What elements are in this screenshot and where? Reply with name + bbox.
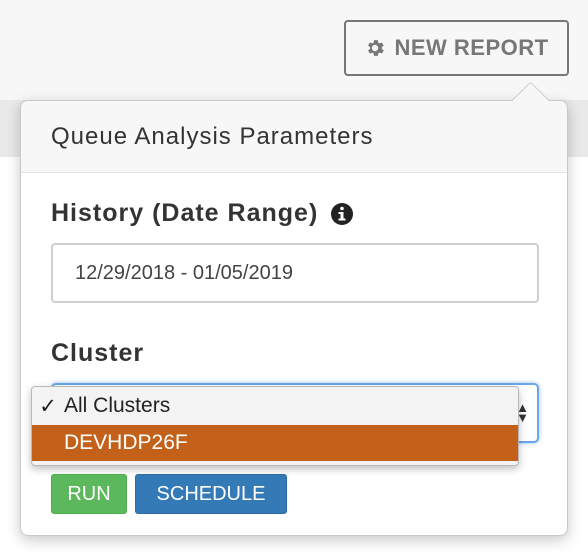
- queue-analysis-popover: Queue Analysis Parameters History (Date …: [20, 81, 568, 536]
- cluster-option-devhdp26f[interactable]: DEVHDP26F: [32, 425, 518, 461]
- date-range-value: 12/29/2018 - 01/05/2019: [75, 261, 293, 284]
- run-button[interactable]: RUN: [51, 474, 127, 514]
- cluster-option-label: All Clusters: [64, 394, 171, 417]
- gear-icon: [368, 40, 385, 56]
- schedule-button[interactable]: SCHEDULE: [135, 474, 287, 514]
- info-icon[interactable]: [330, 202, 354, 226]
- cluster-option-label: DEVHDP26F: [64, 431, 188, 454]
- cluster-dropdown-menu: ✓ All Clusters DEVHDP26F: [31, 386, 519, 466]
- check-icon: ✓: [39, 394, 57, 418]
- new-report-label: NEW REPORT: [394, 35, 549, 60]
- new-report-button[interactable]: NEW REPORT: [344, 20, 569, 76]
- cluster-option-all[interactable]: ✓ All Clusters: [32, 387, 518, 425]
- date-range-input[interactable]: 12/29/2018 - 01/05/2019: [51, 243, 539, 303]
- history-label: History (Date Range): [51, 199, 319, 227]
- history-label-row: History (Date Range): [51, 199, 354, 228]
- cluster-label: Cluster: [51, 339, 145, 367]
- popover-title: Queue Analysis Parameters: [21, 101, 567, 173]
